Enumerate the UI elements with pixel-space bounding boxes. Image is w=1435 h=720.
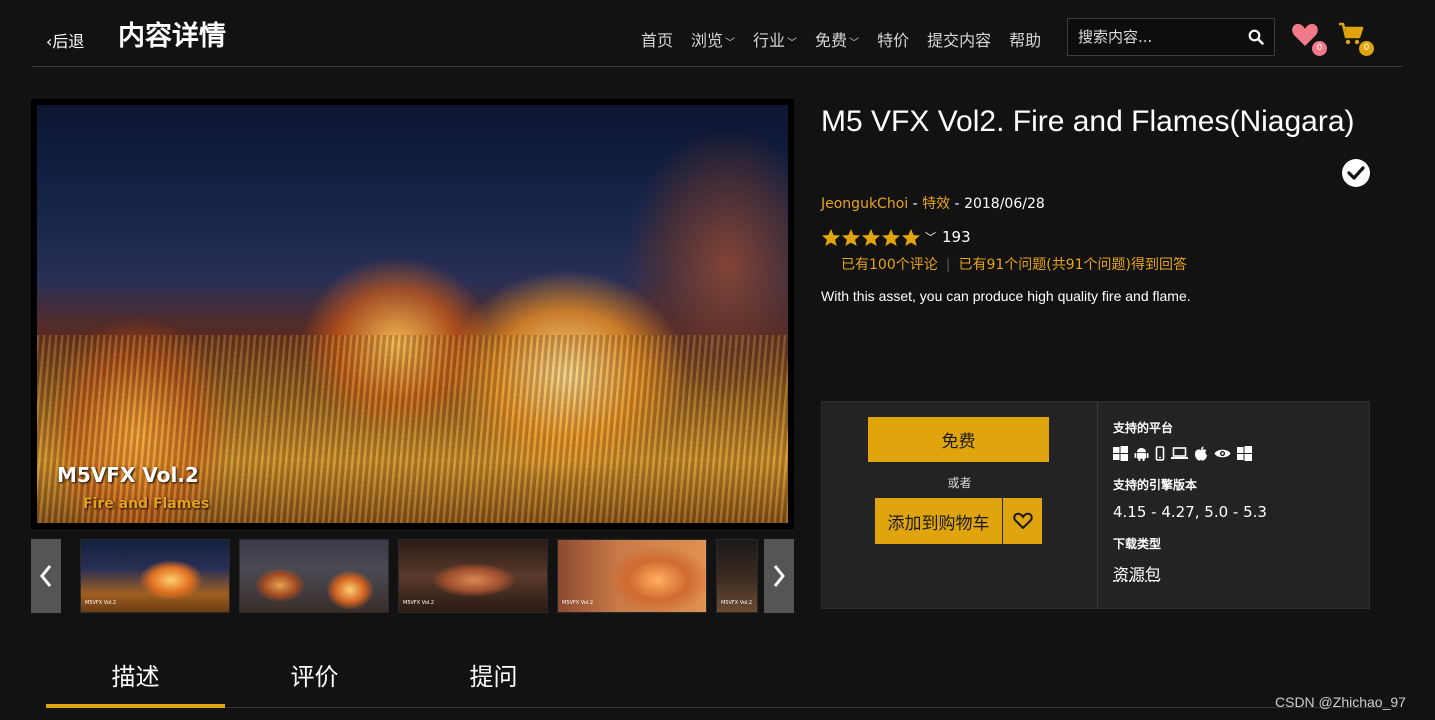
product-meta: JeongukChoi - 特效 - 2018/06/28	[821, 193, 1045, 213]
chevron-down-icon: ﹀	[787, 38, 798, 49]
nav-industry[interactable]: 行业 ﹀	[753, 27, 797, 51]
download-type-link[interactable]: 资源包	[1113, 561, 1161, 585]
nav-home-label: 首页	[641, 31, 674, 50]
platform-icons	[1113, 446, 1252, 461]
thumbnail-5[interactable]: M5VFX Vol.2	[716, 539, 758, 613]
chevron-down-icon[interactable]: ﹀	[925, 229, 936, 245]
windows-icon	[1237, 446, 1252, 461]
main-nav: 首页 浏览 ﹀ 行业 ﹀ 免费 ﹀ 特价 提交内容 帮助	[641, 27, 1041, 51]
heart-outline-icon	[1012, 512, 1033, 530]
watermark-text: CSDN @Zhichao_97	[1275, 694, 1406, 710]
vr-eye-icon	[1214, 449, 1231, 458]
engine-versions-value: 4.15 - 4.27, 5.0 - 5.3	[1113, 503, 1267, 521]
chevron-down-icon: ﹀	[849, 38, 860, 49]
get-free-button[interactable]: 免费	[868, 417, 1049, 462]
rating-count: 193	[942, 228, 971, 246]
thumbnail-caption: M5VFX Vol.2	[721, 600, 753, 606]
search-box	[1067, 18, 1275, 56]
chevron-right-icon	[773, 565, 785, 587]
verified-check-icon	[1342, 159, 1370, 187]
fire-scene-image: M5VFX Vol.2 Fire and Flames	[37, 105, 788, 523]
wishlist-count-badge: 0	[1312, 41, 1327, 56]
thumbnail-caption: M5VFX Vol.2	[403, 600, 435, 606]
product-description: With this asset, you can produce high qu…	[821, 288, 1191, 304]
nav-sale-label: 特价	[877, 31, 910, 50]
purchase-panel: 免费 或者 添加到购物车 支持的平台 支持的引擎版本 4.15 - 4.27, …	[821, 401, 1370, 609]
category-link[interactable]: 特效	[922, 196, 950, 212]
nav-browse[interactable]: 浏览 ﹀	[691, 27, 735, 51]
thumbnail-caption: M5VFX Vol.2	[85, 600, 117, 606]
reviews-link[interactable]: 已有100个评论	[841, 257, 938, 273]
thumbnail-4[interactable]: M5VFX Vol.2	[557, 539, 707, 613]
add-to-cart-button[interactable]: 添加到购物车	[875, 498, 1002, 544]
cart-button[interactable]: 0	[1338, 22, 1374, 56]
image-overlay-title: M5VFX Vol.2	[57, 463, 199, 487]
laptop-icon	[1171, 447, 1188, 459]
thumbnail-1[interactable]: M5VFX Vol.2	[80, 539, 230, 613]
thumbnail-prev-button[interactable]	[31, 539, 61, 613]
nav-help[interactable]: 帮助	[1009, 27, 1041, 51]
search-icon[interactable]	[1248, 29, 1264, 45]
panel-divider	[1097, 402, 1098, 608]
download-type-label: 下载类型	[1113, 537, 1162, 551]
product-title: M5 VFX Vol2. Fire and Flames(Niagara)	[821, 105, 1355, 138]
nav-help-label: 帮助	[1009, 31, 1042, 50]
questions-link[interactable]: 已有91个问题(共91个问题)得到回答	[958, 257, 1187, 273]
cart-count-badge: 0	[1359, 41, 1374, 56]
header-divider	[32, 66, 1403, 67]
reviews-summary: 已有100个评论 | 已有91个问题(共91个问题)得到回答	[841, 254, 1187, 274]
star-rating-icon	[822, 229, 920, 246]
chevron-down-icon: ﹀	[725, 38, 736, 49]
page-title: 内容详情	[118, 21, 226, 52]
tabs-divider	[46, 707, 1389, 708]
chevron-left-icon	[40, 565, 52, 587]
platforms-label: 支持的平台	[1113, 421, 1174, 435]
divider: |	[945, 257, 951, 273]
android-icon	[1134, 448, 1149, 461]
tab-questions[interactable]: 提问	[404, 657, 583, 692]
tab-description[interactable]: 描述	[46, 657, 225, 692]
nav-free[interactable]: 免费 ﹀	[815, 27, 859, 51]
release-date: 2018/06/28	[964, 196, 1045, 212]
windows-icon	[1113, 446, 1128, 461]
or-label: 或者	[947, 476, 972, 490]
search-input[interactable]	[1068, 28, 1238, 46]
nav-free-label: 免费	[815, 31, 848, 50]
thumbnail-caption: M5VFX Vol.2	[562, 600, 594, 606]
wishlist-button[interactable]: 0	[1291, 22, 1327, 56]
back-button[interactable]: ‹后退	[46, 28, 84, 52]
nav-submit-label: 提交内容	[927, 31, 992, 50]
grass-texture	[37, 334, 788, 523]
thumbnail-2[interactable]	[239, 539, 389, 613]
tab-reviews[interactable]: 评价	[225, 657, 404, 692]
engine-versions-label: 支持的引擎版本	[1113, 478, 1198, 492]
rating-stars[interactable]	[821, 228, 922, 248]
apple-icon	[1195, 446, 1207, 461]
nav-home[interactable]: 首页	[641, 27, 673, 51]
nav-sale[interactable]: 特价	[877, 27, 909, 51]
main-product-image[interactable]: M5VFX Vol.2 Fire and Flames	[31, 99, 794, 529]
active-tab-indicator	[46, 704, 225, 708]
thumbnail-next-button[interactable]	[764, 539, 794, 613]
author-link[interactable]: JeongukChoi	[821, 196, 908, 212]
image-overlay-subtitle: Fire and Flames	[83, 496, 210, 512]
nav-browse-label: 浏览	[691, 31, 724, 50]
nav-industry-label: 行业	[753, 31, 786, 50]
meta-separator: -	[908, 196, 923, 212]
top-header: ‹后退 内容详情 首页 浏览﹀ 行业﹀ 免费﹀ 特价 提交内容 帮助 0 0	[0, 0, 1435, 67]
phone-icon	[1155, 446, 1165, 461]
meta-separator: -	[950, 196, 965, 212]
nav-submit[interactable]: 提交内容	[927, 27, 991, 51]
thumbnail-3[interactable]: M5VFX Vol.2	[398, 539, 548, 613]
add-to-wishlist-button[interactable]	[1003, 498, 1042, 544]
